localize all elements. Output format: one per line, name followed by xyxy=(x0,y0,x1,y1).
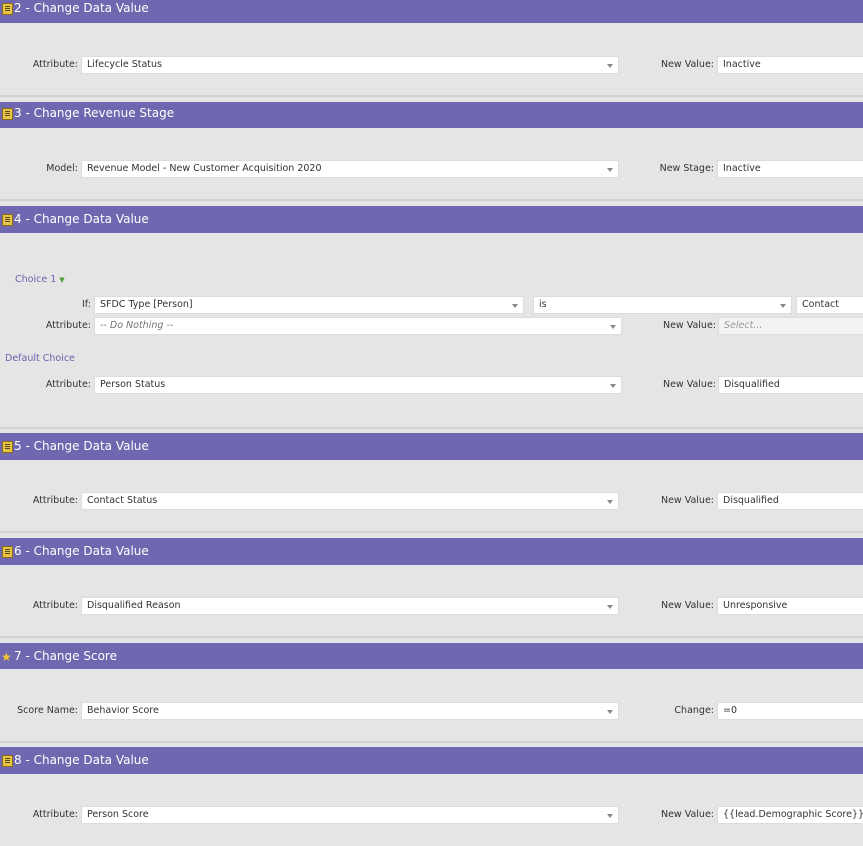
score-name-label: Score Name: xyxy=(17,705,78,716)
score-name-select[interactable]: Behavior Score xyxy=(81,702,619,720)
attribute-label: Attribute: xyxy=(32,59,78,70)
step-header[interactable]: 2 - Change Data Value xyxy=(0,0,863,23)
flow-step-icon xyxy=(2,3,13,15)
step-title: 8 - Change Data Value xyxy=(14,753,149,767)
choice-new-value-input[interactable]: Select... xyxy=(718,317,863,335)
flow-step-icon xyxy=(2,214,13,226)
flow-step-icon xyxy=(2,441,13,453)
new-value-input[interactable]: Inactive xyxy=(717,56,863,74)
chevron-down-icon xyxy=(607,814,613,818)
step-title: 5 - Change Data Value xyxy=(14,439,149,453)
if-field-select[interactable]: SFDC Type [Person] xyxy=(94,296,524,314)
step-header[interactable]: ★ 7 - Change Score xyxy=(0,643,863,669)
new-value-input[interactable]: Disqualified xyxy=(718,376,863,394)
chevron-down-icon xyxy=(607,168,613,172)
step-title: 6 - Change Data Value xyxy=(14,544,149,558)
divider xyxy=(0,427,863,429)
choice-attribute-select[interactable]: -- Do Nothing -- xyxy=(94,317,622,335)
divider xyxy=(0,636,863,638)
step-header[interactable]: 3 - Change Revenue Stage xyxy=(0,102,863,128)
step-header[interactable]: 8 - Change Data Value xyxy=(0,747,863,774)
divider xyxy=(0,531,863,533)
attribute-label: Attribute: xyxy=(32,495,78,506)
chevron-down-icon xyxy=(512,304,518,308)
chevron-down-icon xyxy=(780,304,786,308)
chevron-down-icon xyxy=(607,710,613,714)
new-value-input[interactable]: Unresponsive xyxy=(717,597,863,615)
new-value-input[interactable]: {{lead.Demographic Score}} xyxy=(717,806,863,824)
new-stage-label: New Stage: xyxy=(659,163,714,174)
step-title: 2 - Change Data Value xyxy=(14,1,149,15)
default-choice-label: Default Choice xyxy=(5,353,75,364)
new-value-input[interactable]: Disqualified xyxy=(717,492,863,510)
new-value-label: New Value: xyxy=(662,379,716,390)
step-header[interactable]: 4 - Change Data Value xyxy=(0,206,863,233)
divider xyxy=(0,199,863,201)
chevron-down-icon xyxy=(610,384,616,388)
attribute-select[interactable]: Disqualified Reason xyxy=(81,597,619,615)
new-value-label: New Value: xyxy=(660,59,714,70)
attribute-select[interactable]: Person Status xyxy=(94,376,622,394)
chevron-down-icon xyxy=(610,325,616,329)
chevron-down-icon xyxy=(607,64,613,68)
attribute-label: Attribute: xyxy=(45,379,91,390)
if-operator-select[interactable]: is xyxy=(533,296,792,314)
step-title: 4 - Change Data Value xyxy=(14,212,149,226)
attribute-select[interactable]: Lifecycle Status xyxy=(81,56,619,74)
change-input[interactable]: =0 xyxy=(717,702,863,720)
new-value-label: New Value: xyxy=(660,600,714,611)
chevron-down-icon xyxy=(607,605,613,609)
divider xyxy=(0,95,863,97)
flow-step-icon xyxy=(2,755,13,767)
choice-1-toggle[interactable]: Choice 1 ▼ xyxy=(15,274,65,285)
step-header[interactable]: 6 - Change Data Value xyxy=(0,538,863,565)
step-title: 7 - Change Score xyxy=(14,649,117,663)
if-value-input[interactable]: Contact xyxy=(796,296,863,314)
model-select[interactable]: Revenue Model - New Customer Acquisition… xyxy=(81,160,619,178)
model-label: Model: xyxy=(46,163,78,174)
choice-attribute-label: Attribute: xyxy=(45,320,91,331)
if-label: If: xyxy=(81,299,91,310)
flow-step-icon xyxy=(2,546,13,558)
triangle-down-icon: ▼ xyxy=(59,276,65,284)
choice-new-value-label: New Value: xyxy=(662,320,716,331)
step-title: 3 - Change Revenue Stage xyxy=(14,106,175,120)
new-value-label: New Value: xyxy=(660,809,714,820)
attribute-select[interactable]: Contact Status xyxy=(81,492,619,510)
new-value-label: New Value: xyxy=(660,495,714,506)
star-icon: ★ xyxy=(1,650,12,664)
attribute-select[interactable]: Person Score xyxy=(81,806,619,824)
attribute-label: Attribute: xyxy=(32,600,78,611)
flow-step-icon xyxy=(2,108,13,120)
step-header[interactable]: 5 - Change Data Value xyxy=(0,433,863,460)
divider xyxy=(0,741,863,743)
change-label: Change: xyxy=(674,705,714,716)
new-stage-input[interactable]: Inactive xyxy=(717,160,863,178)
chevron-down-icon xyxy=(607,500,613,504)
attribute-label: Attribute: xyxy=(32,809,78,820)
